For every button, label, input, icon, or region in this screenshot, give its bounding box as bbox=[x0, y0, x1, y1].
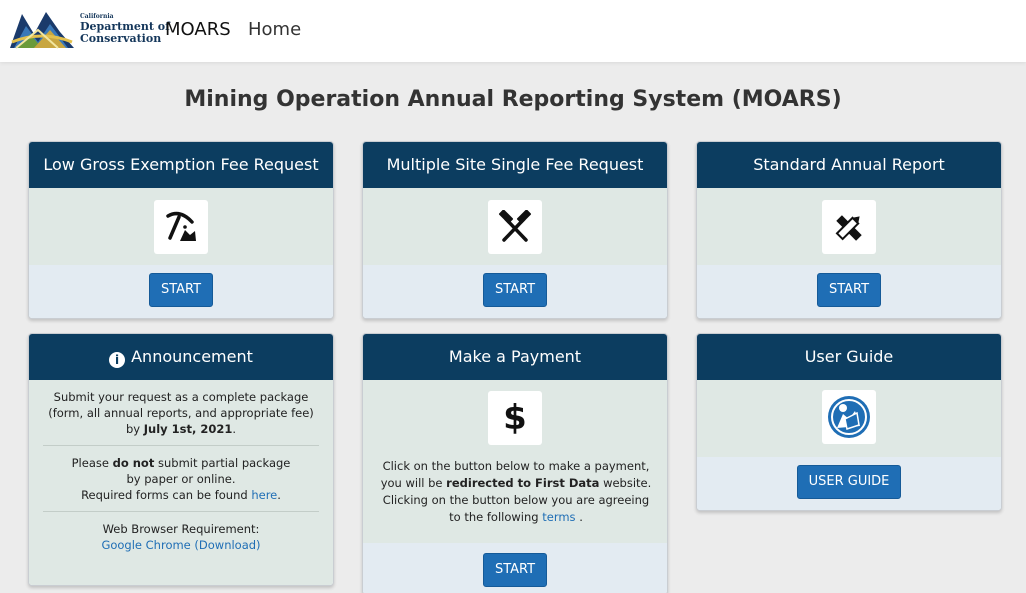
payment-start-button[interactable]: START bbox=[483, 553, 547, 587]
payment-line: Clicking on the button below you are agr… bbox=[382, 493, 650, 507]
department-of-conservation-logo[interactable]: California Department of Conservation bbox=[8, 6, 170, 54]
low-gross-card-footer: START bbox=[29, 265, 333, 318]
terms-link[interactable]: terms bbox=[542, 510, 575, 524]
announcement-card-header: i Announcement bbox=[29, 334, 333, 380]
standard-report-card-body bbox=[697, 188, 1001, 265]
announcement-period: . bbox=[232, 422, 237, 436]
low-gross-start-button[interactable]: START bbox=[149, 273, 213, 307]
announcement-deadline-date: July 1st, 2021 bbox=[143, 422, 233, 436]
payment-card-body: $ Click on the button below to make a pa… bbox=[363, 380, 667, 543]
ruler-pencil-icon bbox=[822, 200, 876, 254]
nav-home-link[interactable]: Home bbox=[248, 19, 301, 40]
browser-requirement-label: Web Browser Requirement: bbox=[102, 522, 260, 536]
announcement-line: Google Chrome (Download) bbox=[43, 537, 319, 553]
announcement-text: submit partial package bbox=[154, 456, 291, 470]
page-title: Mining Operation Annual Reporting System… bbox=[184, 87, 842, 112]
announcement-line: by paper or online. bbox=[126, 472, 236, 486]
announcement-section-browser: Web Browser Requirement: Google Chrome (… bbox=[43, 511, 319, 561]
announcement-line: (form, all annual reports, and appropria… bbox=[48, 406, 314, 420]
multiple-site-card-title: Multiple Site Single Fee Request bbox=[363, 142, 667, 188]
google-chrome-download-link[interactable]: Google Chrome (Download) bbox=[101, 538, 260, 552]
multiple-site-card-footer: START bbox=[363, 265, 667, 318]
multiple-site-start-button[interactable]: START bbox=[483, 273, 547, 307]
announcement-text: Required forms can be found bbox=[81, 488, 252, 502]
dollar-icon: $ bbox=[488, 391, 542, 445]
info-circle-icon: i bbox=[109, 352, 126, 368]
user-guide-card: User Guide USER GUIDE bbox=[696, 333, 1002, 511]
announcement-body: Submit your request as a complete packag… bbox=[29, 380, 333, 585]
announcement-do-not: do not bbox=[112, 456, 155, 470]
low-gross-card-title: Low Gross Exemption Fee Request bbox=[29, 142, 333, 188]
announcement-line: by July 1st, 2021. bbox=[43, 421, 319, 437]
payment-text: you will be bbox=[380, 476, 447, 490]
multiple-site-card-body bbox=[363, 188, 667, 265]
navbar: California Department of Conservation MO… bbox=[0, 0, 1026, 62]
user-guide-icon bbox=[822, 390, 876, 444]
announcement-by-text: by bbox=[125, 422, 144, 436]
standard-report-start-button[interactable]: START bbox=[817, 273, 881, 307]
announcement-line: Required forms can be found here. bbox=[43, 487, 319, 503]
conservation-logo-mark bbox=[10, 12, 74, 49]
announcement-line: Please do not submit partial package bbox=[43, 455, 319, 471]
payment-text: website. bbox=[599, 476, 652, 490]
standard-report-card-title: Standard Annual Report bbox=[697, 142, 1001, 188]
announcement-title: Announcement bbox=[131, 347, 253, 366]
announcement-section-partial: Please do not submit partial package by … bbox=[43, 445, 319, 511]
logo-state-text: California bbox=[80, 13, 114, 20]
user-guide-button[interactable]: USER GUIDE bbox=[797, 465, 901, 499]
crossed-hammers-icon bbox=[488, 200, 542, 254]
nav-brand-moars[interactable]: MOARS bbox=[165, 19, 231, 40]
standard-report-card-footer: START bbox=[697, 265, 1001, 318]
payment-line: to the following terms . bbox=[375, 509, 657, 526]
user-guide-card-body bbox=[697, 380, 1001, 457]
user-guide-card-title: User Guide bbox=[697, 334, 1001, 380]
pickaxe-icon bbox=[154, 200, 208, 254]
multiple-site-card: Multiple Site Single Fee Request START bbox=[362, 141, 668, 319]
low-gross-card-body bbox=[29, 188, 333, 265]
announcement-card: i Announcement Submit your request as a c… bbox=[28, 333, 334, 586]
announcement-period: . bbox=[277, 488, 281, 502]
payment-instructions: Click on the button below to make a paym… bbox=[375, 458, 657, 526]
forms-here-link[interactable]: here bbox=[251, 488, 277, 502]
user-guide-card-footer: USER GUIDE bbox=[697, 457, 1001, 510]
announcement-line: Submit your request as a complete packag… bbox=[53, 390, 309, 404]
payment-card-footer: START bbox=[363, 543, 667, 593]
payment-text: . bbox=[575, 510, 583, 524]
payment-redirect-notice: redirected to First Data bbox=[446, 476, 600, 490]
payment-text: to the following bbox=[449, 510, 543, 524]
payment-line: you will be redirected to First Data web… bbox=[375, 475, 657, 492]
logo-line-2: Conservation bbox=[80, 32, 162, 45]
announcement-section-deadline: Submit your request as a complete packag… bbox=[43, 380, 319, 445]
low-gross-card: Low Gross Exemption Fee Request START bbox=[28, 141, 334, 319]
payment-card: Make a Payment $ Click on the button bel… bbox=[362, 333, 668, 593]
payment-card-title: Make a Payment bbox=[363, 334, 667, 380]
standard-report-card: Standard Annual Report START bbox=[696, 141, 1002, 319]
payment-line: Click on the button below to make a paym… bbox=[382, 459, 650, 473]
announcement-text: Please bbox=[71, 456, 113, 470]
